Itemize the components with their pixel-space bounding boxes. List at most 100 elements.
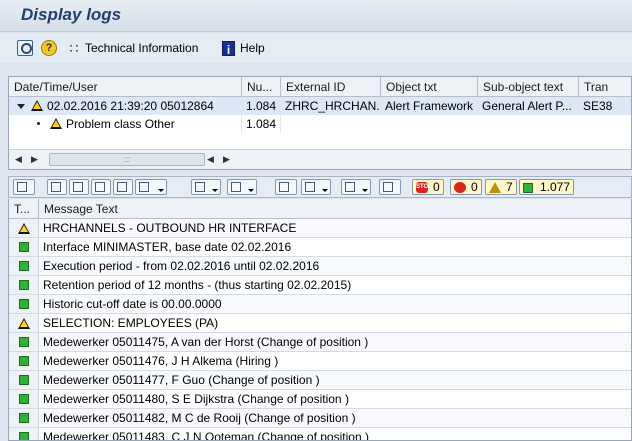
column-header-type[interactable]: T... [9, 199, 39, 219]
warning-icon [31, 100, 43, 112]
title-bar: Display logs [0, 0, 632, 32]
message-type-cell [9, 276, 39, 294]
warning-icon [489, 182, 501, 193]
technical-information-button[interactable]: ∷ Technical Information [66, 39, 199, 57]
warning-count-button[interactable]: 7 [485, 179, 517, 195]
dropdown-arrow-icon [212, 189, 218, 192]
success-icon [19, 261, 29, 271]
message-text: Medewerker 05011483, C J N Ooteman (Chan… [43, 430, 369, 441]
display-details-button[interactable] [17, 39, 33, 57]
success-icon [19, 242, 29, 252]
binoculars-next-icon [117, 182, 127, 192]
set-filter-button[interactable] [135, 179, 167, 195]
message-type-cell [9, 352, 39, 370]
message-row[interactable]: Interface MINIMASTER, base date 02.02.20… [9, 238, 631, 257]
column-header-external-id[interactable]: External ID [281, 77, 381, 97]
subtotal-button[interactable] [227, 179, 257, 195]
column-header-date-time-user[interactable]: Date/Time/User [9, 77, 242, 97]
horizontal-scrollbar[interactable]: ◀ ▶ ::: ◀ ▶ [9, 149, 631, 169]
warning-count: 7 [506, 180, 513, 194]
stop-count-button[interactable]: STOP 0 [412, 179, 444, 195]
export-icon [345, 182, 355, 192]
message-text: Medewerker 05011476, J H Alkema (Hiring … [43, 354, 279, 368]
subtotal-icon [231, 182, 241, 192]
problem-class-number: 1.084 [242, 115, 281, 133]
dropdown-arrow-icon [158, 189, 164, 192]
error-count-button[interactable]: 0 [450, 179, 482, 195]
print-preview-button[interactable] [275, 179, 297, 195]
printer-icon [51, 182, 61, 192]
help-question-button[interactable]: ? [41, 39, 57, 57]
message-text: Medewerker 05011480, S E Dijkstra (Chang… [43, 392, 349, 406]
question-icon: ? [41, 40, 57, 56]
total-button[interactable] [191, 179, 221, 195]
expand-triangle-icon[interactable] [17, 103, 25, 109]
success-icon [19, 299, 29, 309]
message-row[interactable]: Medewerker 05011480, S E Dijkstra (Chang… [9, 390, 631, 409]
message-type-cell [9, 219, 39, 237]
message-row[interactable]: HRCHANNELS - OUTBOUND HR INTERFACE [9, 219, 631, 238]
message-row[interactable]: Retention period of 12 months - (thus st… [9, 276, 631, 295]
export-button[interactable] [341, 179, 371, 195]
message-row[interactable]: SELECTION: EMPLOYEES (PA) [9, 314, 631, 333]
log-tree-row[interactable]: 02.02.2016 21:39:20 05012864 1.084 ZHRC_… [9, 97, 631, 115]
message-row[interactable]: Medewerker 05011475, A van der Horst (Ch… [9, 333, 631, 352]
message-type-cell [9, 428, 39, 440]
message-text: Medewerker 05011477, F Guo (Change of po… [43, 373, 320, 387]
message-row[interactable]: Medewerker 05011483, C J N Ooteman (Chan… [9, 428, 631, 441]
log-tree-row[interactable]: Problem class Other 1.084 [9, 115, 631, 133]
message-text: Historic cut-off date is 00.00.0000 [43, 297, 222, 311]
success-icon [19, 356, 29, 366]
layout-button[interactable] [379, 179, 401, 195]
scroll-thumb[interactable]: ::: [49, 153, 205, 166]
log-number: 1.084 [242, 97, 281, 115]
message-text: HRCHANNELS - OUTBOUND HR INTERFACE [43, 221, 297, 235]
scroll-right-icon[interactable]: ▶ [31, 154, 38, 165]
success-icon [19, 394, 29, 404]
message-row[interactable]: Medewerker 05011477, F Guo (Change of po… [9, 371, 631, 390]
message-row[interactable]: Execution period - from 02.02.2016 until… [9, 257, 631, 276]
log-date-time-user: 02.02.2016 21:39:20 05012864 [47, 99, 214, 113]
stop-icon: STOP [416, 182, 432, 193]
dropdown-arrow-icon [248, 189, 254, 192]
success-count: 1.077 [540, 180, 571, 194]
message-row[interactable]: Historic cut-off date is 00.00.0000 [9, 295, 631, 314]
message-row[interactable]: Medewerker 05011482, M C de Rooij (Chang… [9, 409, 631, 428]
log-object-txt: Alert Framework [381, 97, 478, 115]
column-header-message-text[interactable]: Message Text [39, 199, 631, 219]
success-count-button[interactable]: 1.077 [519, 179, 575, 195]
scroll-left-icon[interactable]: ◀ [15, 154, 22, 165]
filter-button[interactable] [69, 179, 89, 195]
message-type-cell [9, 238, 39, 256]
log-sub-object-text: General Alert P... [478, 97, 579, 115]
message-row[interactable]: Medewerker 05011476, J H Alkema (Hiring … [9, 352, 631, 371]
column-header-number[interactable]: Nu... [242, 77, 281, 97]
technical-information-label: Technical Information [85, 41, 199, 55]
scroll-left-icon[interactable]: ◀ [207, 154, 214, 165]
log-external-id: ZHRC_HRCHAN... [281, 97, 381, 115]
views-button[interactable] [301, 179, 331, 195]
document-icon [279, 182, 289, 192]
message-text: Retention period of 12 months - (thus st… [43, 278, 352, 292]
message-type-cell [9, 371, 39, 389]
message-type-cell [9, 295, 39, 313]
help-button[interactable]: i Help [222, 39, 265, 57]
success-icon [19, 337, 29, 347]
message-type-cell [9, 257, 39, 275]
scroll-right-icon[interactable]: ▶ [223, 154, 230, 165]
print-button[interactable] [47, 179, 67, 195]
message-text: Medewerker 05011475, A van der Horst (Ch… [43, 335, 369, 349]
message-list-header: T... Message Text [9, 199, 631, 219]
column-header-tran[interactable]: Tran [579, 77, 632, 97]
technical-info-button[interactable] [13, 179, 35, 195]
success-icon [19, 375, 29, 385]
message-type-cell [9, 333, 39, 351]
message-list: T... Message Text HRCHANNELS - OUTBOUND … [8, 199, 632, 441]
find-next-button[interactable] [113, 179, 133, 195]
column-header-object-txt[interactable]: Object txt [381, 77, 478, 97]
column-header-sub-object-text[interactable]: Sub-object text [478, 77, 579, 97]
glasses-icon: ∷ [69, 40, 79, 56]
problem-class-label: Problem class Other [66, 117, 175, 131]
message-type-cell [9, 390, 39, 408]
find-button[interactable] [91, 179, 111, 195]
